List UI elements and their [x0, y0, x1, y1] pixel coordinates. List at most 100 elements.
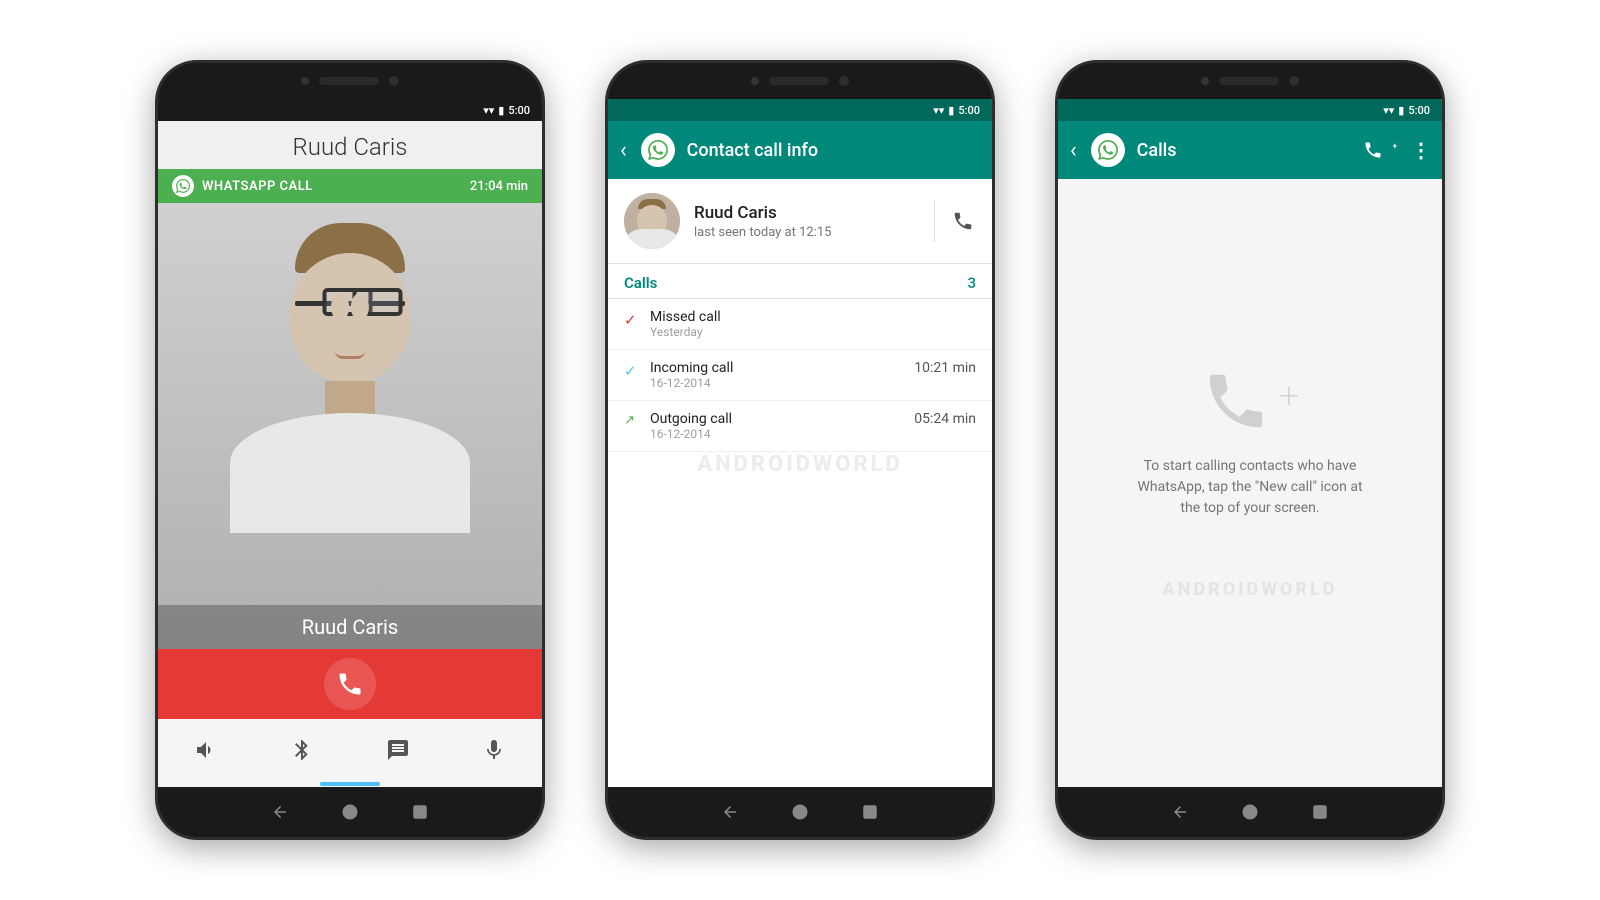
back-button-3[interactable]: ‹ [1070, 138, 1077, 163]
new-call-illustration: + [1201, 366, 1299, 436]
phone-3-top-bar [1058, 63, 1442, 99]
phone-1: ▾▾ ▮ 5:00 Ruud Caris WHATSAPP CALL 21:04… [155, 60, 545, 840]
call-item-3[interactable]: ↗ Outgoing call 16-12-2014 05:24 min [608, 401, 992, 452]
nav-indicator-bar [158, 781, 542, 787]
calls-section: Calls 3 ✓ Missed call Yesterday ✓ Incomi… [608, 264, 992, 787]
contact-details: Ruud Caris last seen today at 12:15 [694, 203, 924, 240]
mute-button[interactable] [475, 731, 513, 769]
contact-info-row: Ruud Caris last seen today at 12:15 [608, 179, 992, 264]
call-duration: 21:04 min [470, 179, 528, 194]
recents-nav-button-1[interactable] [409, 801, 431, 823]
call-item-1-date: Yesterday [650, 325, 976, 339]
calls-count: 3 [967, 274, 976, 292]
home-nav-button-3[interactable] [1239, 801, 1261, 823]
chat-button[interactable] [379, 731, 417, 769]
back-button-2[interactable]: ‹ [620, 138, 627, 163]
call-item-3-date: 16-12-2014 [650, 427, 914, 441]
recents-nav-button-3[interactable] [1309, 801, 1331, 823]
time-3: 5:00 [1408, 104, 1430, 117]
whatsapp-logo-3 [1091, 133, 1125, 167]
contact-main-name: Ruud Caris [694, 203, 924, 223]
call-item-2-duration: 10:21 min [914, 360, 976, 376]
status-bar-1: ▾▾ ▮ 5:00 [158, 99, 542, 121]
phone-2-top-bar [608, 63, 992, 99]
contact-info-header: ‹ Contact call info [608, 121, 992, 179]
call-item-2-type: Incoming call [650, 360, 914, 376]
calls-list-title: Calls [1137, 140, 1351, 161]
contact-photo: Ruud Caris [158, 203, 542, 649]
bluetooth-button[interactable] [283, 731, 321, 769]
whatsapp-icon-circle [172, 175, 194, 197]
speaker-grille-2 [769, 77, 829, 85]
time-2: 5:00 [958, 104, 980, 117]
phone-1-top-bar [158, 63, 542, 99]
call-item-3-details: Outgoing call 16-12-2014 [650, 411, 914, 441]
more-options-button[interactable]: ⋮ [1411, 138, 1430, 162]
empty-state-message: To start calling contacts who have Whats… [1130, 456, 1370, 519]
incoming-call-icon: ✓ [624, 362, 640, 380]
signal-icon-3: ▾▾ [1383, 104, 1394, 117]
plus-symbol: + [1279, 375, 1299, 417]
battery-icon-3: ▮ [1398, 104, 1404, 117]
call-item-1-type: Missed call [650, 309, 976, 325]
whatsapp-call-bar-left: WHATSAPP CALL [172, 175, 313, 197]
speaker-button[interactable] [187, 731, 225, 769]
watermark-3: ANDROIDWORLD [1163, 579, 1338, 600]
outgoing-call-icon: ↗ [624, 413, 640, 428]
end-call-button[interactable] [324, 658, 376, 710]
front-camera-2 [839, 76, 849, 86]
new-call-button[interactable] [1363, 140, 1383, 160]
back-nav-button-3[interactable] [1169, 801, 1191, 823]
calls-list-header: ‹ Calls + ⋮ [1058, 121, 1442, 179]
home-nav-button-2[interactable] [789, 801, 811, 823]
watermark-2: ANDROIDWORLD [697, 452, 903, 477]
call-item-2[interactable]: ✓ Incoming call 16-12-2014 10:21 min [608, 350, 992, 401]
battery-icon-2: ▮ [948, 104, 954, 117]
calls-empty-state: + To start calling contacts who have Wha… [1058, 179, 1442, 787]
header-title-2: Contact call info [687, 140, 980, 161]
call-actions-bar [158, 719, 542, 781]
status-bar-3: ▾▾ ▮ 5:00 [1058, 99, 1442, 121]
signal-icon-2: ▾▾ [933, 104, 944, 117]
phone-2-screen: ▾▾ ▮ 5:00 ‹ Contact call info [608, 99, 992, 787]
ear-right [351, 293, 369, 321]
nav-indicator [320, 782, 380, 786]
whatsapp-logo-2 [641, 133, 675, 167]
phone-3: ▾▾ ▮ 5:00 ‹ Calls + ⋮ [1055, 60, 1445, 840]
home-nav-button-1[interactable] [339, 801, 361, 823]
signal-icon-1: ▾▾ [483, 104, 494, 117]
phone-2-nav-bar [608, 787, 992, 837]
smile [335, 351, 365, 359]
call-item-1-details: Missed call Yesterday [650, 309, 976, 339]
contact-last-seen: last seen today at 12:15 [694, 225, 924, 240]
time-1: 5:00 [508, 104, 530, 117]
phone-1-screen: ▾▾ ▮ 5:00 Ruud Caris WHATSAPP CALL 21:04… [158, 99, 542, 787]
calls-section-title: Calls [624, 274, 967, 292]
contact-name-overlay: Ruud Caris [158, 605, 542, 649]
battery-icon-1: ▮ [498, 104, 504, 117]
call-item-2-date: 16-12-2014 [650, 376, 914, 390]
phone-1-nav-bar [158, 787, 542, 837]
back-nav-button-2[interactable] [719, 801, 741, 823]
shirt [230, 413, 470, 533]
contact-avatar-2 [624, 193, 680, 249]
ear-left [331, 293, 349, 321]
phone-3-screen: ▾▾ ▮ 5:00 ‹ Calls + ⋮ [1058, 99, 1442, 787]
call-item-3-type: Outgoing call [650, 411, 914, 427]
front-camera-3 [1289, 76, 1299, 86]
recents-nav-button-2[interactable] [859, 801, 881, 823]
face [290, 253, 410, 383]
back-nav-button-1[interactable] [269, 801, 291, 823]
front-camera [389, 76, 399, 86]
call-contact-name-top: Ruud Caris [158, 121, 542, 169]
whatsapp-call-bar: WHATSAPP CALL 21:04 min [158, 169, 542, 203]
speaker-dot-3 [1201, 77, 1209, 85]
call-item-2-details: Incoming call 16-12-2014 [650, 360, 914, 390]
end-call-bar [158, 649, 542, 719]
speaker-dot-2 [751, 77, 759, 85]
call-contact-button[interactable] [934, 200, 976, 242]
phone-2: ▾▾ ▮ 5:00 ‹ Contact call info [605, 60, 995, 840]
whatsapp-call-label: WHATSAPP CALL [202, 179, 313, 194]
call-item-1[interactable]: ✓ Missed call Yesterday [608, 299, 992, 350]
header-actions-3: + ⋮ [1363, 138, 1430, 162]
